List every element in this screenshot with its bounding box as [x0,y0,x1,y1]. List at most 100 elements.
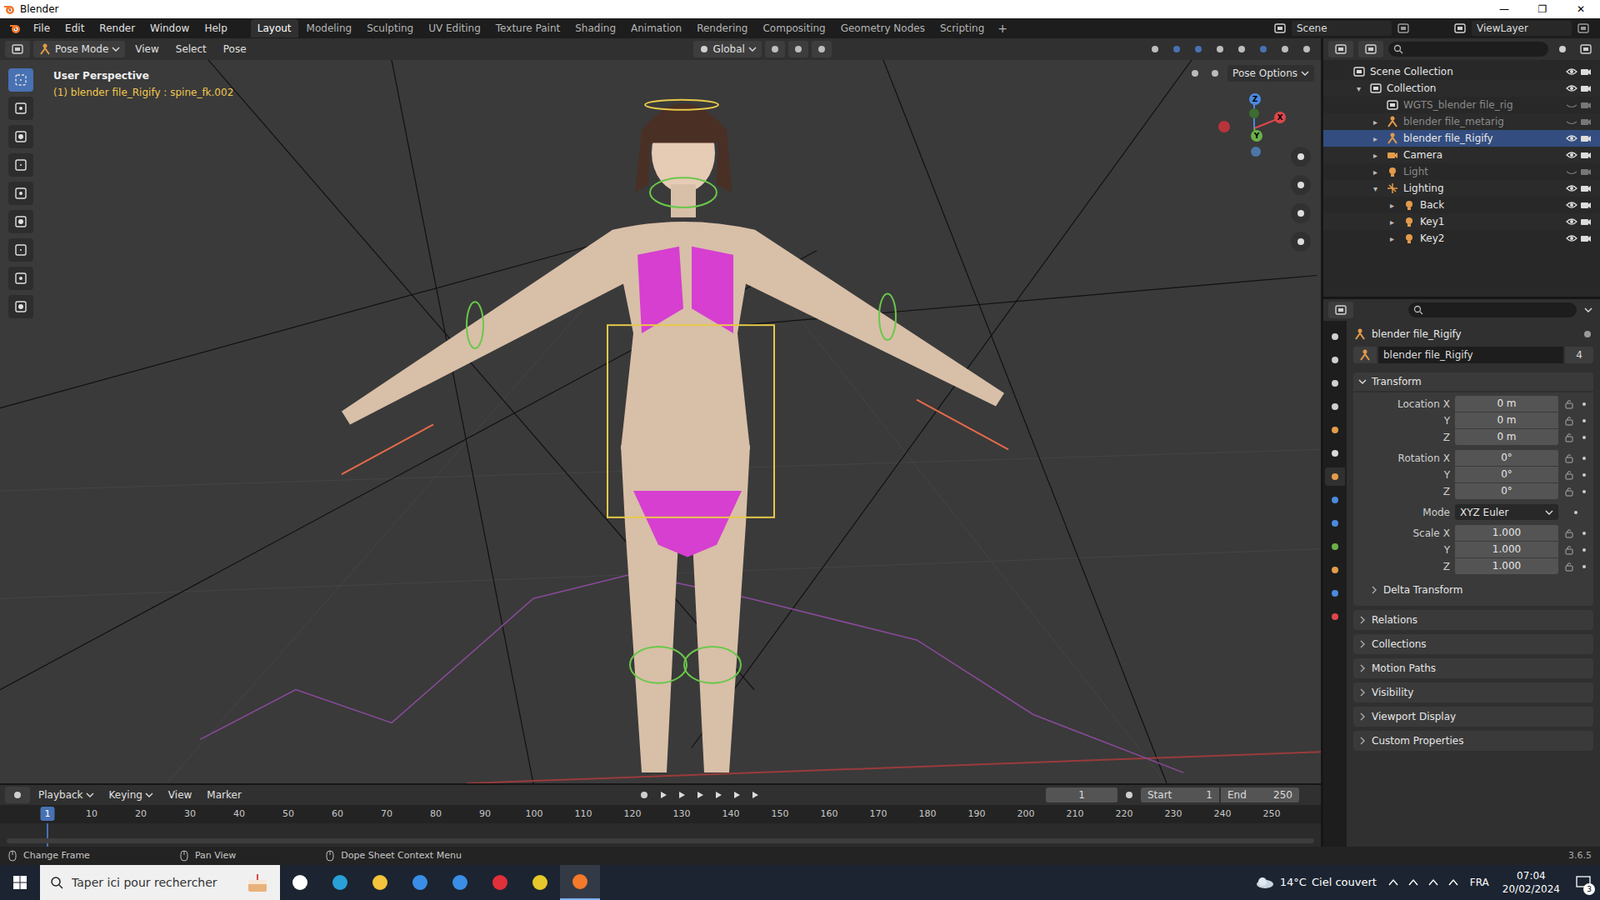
properties-tab-icon[interactable] [1325,467,1345,486]
keyframe-dot-icon[interactable] [1580,435,1589,440]
expand-arrow[interactable]: ▾ [1356,82,1369,95]
eye-icon[interactable] [1565,82,1579,95]
expand-arrow[interactable]: ▸ [1390,215,1402,229]
properties-tab-icon[interactable] [1325,420,1345,440]
keyframe-dot-icon[interactable] [1580,530,1589,536]
workspace-tab[interactable]: Layout [250,19,299,38]
clock[interactable]: 07:0420/02/2024 [1495,869,1567,896]
outliner-row[interactable]: ▸Key1 [1323,213,1600,230]
ortho-grid-icon[interactable] [1290,231,1311,252]
outliner-row[interactable]: ▸Key2 [1323,230,1600,247]
value-field[interactable]: 0° [1455,466,1559,483]
proportional-icon[interactable] [811,40,832,58]
menu-item[interactable]: Render [92,20,142,36]
mail-icon[interactable] [440,865,480,900]
editor-type-icon[interactable] [5,786,30,804]
render-camera-icon[interactable] [1578,232,1594,245]
render-camera-icon[interactable] [1578,199,1594,211]
camera-view-icon[interactable] [1290,203,1311,224]
wireframe-shading-icon[interactable] [1232,40,1251,58]
lock-icon[interactable] [1563,432,1575,443]
workspace-tab[interactable]: Animation [624,19,689,38]
keyframe-dot-icon[interactable] [1580,455,1589,461]
xray-icon[interactable] [1210,40,1230,58]
keyframe-dot-icon[interactable] [1580,564,1589,570]
rendered-shading-icon[interactable] [1297,40,1316,58]
keyframe-dot-icon[interactable] [1563,510,1589,515]
outliner-row[interactable]: ▸Camera [1323,146,1600,164]
task-view-icon[interactable] [280,865,320,900]
outliner-row[interactable]: WGTS_blender file_rig [1323,96,1600,114]
menu-item[interactable]: File [26,20,57,36]
editor-type-icon[interactable] [1328,40,1354,58]
panel-header[interactable]: Collections [1353,634,1594,655]
jump-start-icon[interactable] [655,790,672,800]
gizmo-toggle-icon[interactable] [1167,40,1186,58]
timeline-menu[interactable]: Playback [31,787,101,803]
window-control[interactable]: ❐ [1523,1,1562,17]
file-explorer-icon[interactable] [360,865,400,900]
expand-arrow[interactable]: ▸ [1373,149,1385,162]
render-camera-icon[interactable] [1578,82,1594,95]
menu-item[interactable]: Window [143,20,196,36]
value-field[interactable]: 1.000 [1455,525,1559,541]
value-field[interactable]: 0° [1455,450,1559,466]
value-field[interactable]: 1.000 [1455,558,1559,575]
workspace-tab[interactable]: Geometry Nodes [834,19,932,38]
move-icon[interactable] [8,125,34,149]
datablock-field[interactable]: blender file_Rigify [1378,346,1564,364]
transform-icon[interactable] [8,210,34,234]
properties-tab-icon[interactable] [1325,537,1345,556]
panel-header[interactable]: Custom Properties [1353,730,1594,751]
value-field[interactable]: 0° [1455,483,1559,500]
menu-item[interactable]: Edit [58,20,91,36]
filter-icon[interactable] [1553,43,1572,55]
visibility-icon[interactable] [1145,40,1165,58]
opera-icon[interactable] [480,865,520,900]
panel-header[interactable]: Motion Paths [1353,658,1594,679]
store-icon[interactable] [400,865,440,900]
rotation-mode-dropdown[interactable]: XYZ Euler [1455,504,1559,520]
add-workspace-button[interactable]: + [992,20,1013,38]
subpanel-header[interactable]: Delta Transform [1358,580,1589,600]
lock-icon[interactable] [1563,399,1575,410]
windows-start-icon[interactable] [0,865,40,900]
taskbar-search[interactable]: Taper ici pour rechercher [40,865,280,900]
input-language[interactable]: FRA [1463,875,1496,890]
properties-tab-icon[interactable] [1325,560,1345,580]
gizmo-axis-label[interactable]: Z [1249,93,1261,105]
solid-shading-icon[interactable] [1254,40,1273,58]
properties-tab-icon[interactable] [1325,607,1345,626]
chrome-icon[interactable] [520,865,560,900]
eye-icon[interactable] [1565,232,1579,245]
navigation-gizmo-icon[interactable]: XYZ [1212,88,1288,164]
start-frame-field[interactable]: Start1 [1140,787,1220,803]
eye-closed-icon[interactable] [1565,115,1579,128]
lock-icon[interactable] [1563,528,1575,539]
pan-hand-icon[interactable] [1290,175,1311,195]
tray-expand-icon[interactable] [1383,876,1404,889]
mirror-icon[interactable] [1187,65,1203,81]
transform-panel-header[interactable]: Transform [1353,372,1594,391]
eye-icon[interactable] [1565,199,1579,211]
expand-arrow[interactable]: ▸ [1390,199,1402,212]
expand-arrow[interactable]: ▸ [1373,115,1385,129]
expand-arrow[interactable]: ▸ [1390,232,1402,245]
lock-icon[interactable] [1563,561,1575,572]
display-mode-icon[interactable] [1358,40,1384,58]
workspace-tab[interactable]: Sculpting [360,19,420,38]
frame-ruler[interactable]: 1020304050607080901001101201301401501601… [0,805,1321,824]
workspace-tab[interactable]: Texture Paint [489,19,567,38]
keyframe-dot-icon[interactable] [1580,489,1589,495]
record-icon[interactable] [635,789,654,801]
pivot-icon[interactable] [765,40,785,58]
value-field[interactable]: 1.000 [1455,541,1559,558]
panel-header[interactable]: Viewport Display [1353,706,1594,727]
new-view-layer-icon[interactable] [1573,21,1594,35]
workspace-tab[interactable]: Compositing [755,19,832,38]
outliner-row[interactable]: ▸blender file_metarig [1323,113,1600,130]
scale-icon[interactable] [8,181,34,205]
mode-dropdown[interactable]: Pose Mode [33,40,125,58]
lock-icon[interactable] [1563,415,1575,426]
snap-icon[interactable] [788,40,809,58]
